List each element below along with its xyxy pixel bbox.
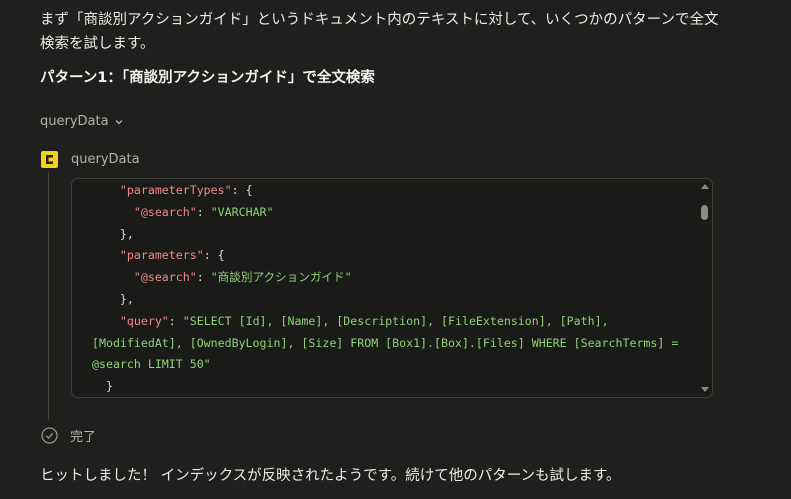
- pattern-heading: パターン1：「商談別アクションガイド」で全文検索: [40, 70, 375, 86]
- tool-name: queryData: [71, 152, 140, 167]
- tool-toggle-label: queryData: [40, 114, 109, 129]
- json-key: "@search": [133, 270, 197, 285]
- json-key: "parameters": [119, 248, 204, 263]
- tool-status: 完了: [41, 426, 96, 445]
- scroll-down-arrow-icon[interactable]: [701, 387, 709, 392]
- code-scrollbar[interactable]: [698, 179, 712, 397]
- json-key: "@search": [133, 204, 197, 219]
- scroll-thumb[interactable]: [701, 205, 708, 220]
- chevron-down-icon: [114, 117, 124, 127]
- code-block[interactable]: "parameterTypes": { "@search": "VARCHAR"…: [71, 178, 713, 398]
- json-string: "商談別アクションガイド": [210, 270, 352, 285]
- chat-page: まず「商談別アクションガイド」というドキュメント内のテキストに対して、いくつかの…: [0, 0, 791, 499]
- json-string: "VARCHAR": [210, 204, 274, 219]
- assistant-result-text: ヒットしました！ インデックスが反映されたようです。続けて他のパターンも試します…: [40, 468, 621, 484]
- timeline-line: [48, 172, 49, 420]
- tool-call-toggle[interactable]: queryData: [40, 114, 124, 129]
- json-code: "parameterTypes": { "@search": "VARCHAR"…: [92, 183, 686, 394]
- check-circle-icon: [41, 427, 58, 444]
- json-key: "parameterTypes": [119, 183, 232, 197]
- assistant-intro-text: まず「商談別アクションガイド」というドキュメント内のテキストに対して、いくつかの…: [40, 12, 719, 52]
- json-key: "query": [119, 313, 169, 328]
- scroll-up-arrow-icon[interactable]: [701, 184, 709, 189]
- status-label: 完了: [70, 430, 97, 445]
- connector-logo-icon: [41, 151, 58, 168]
